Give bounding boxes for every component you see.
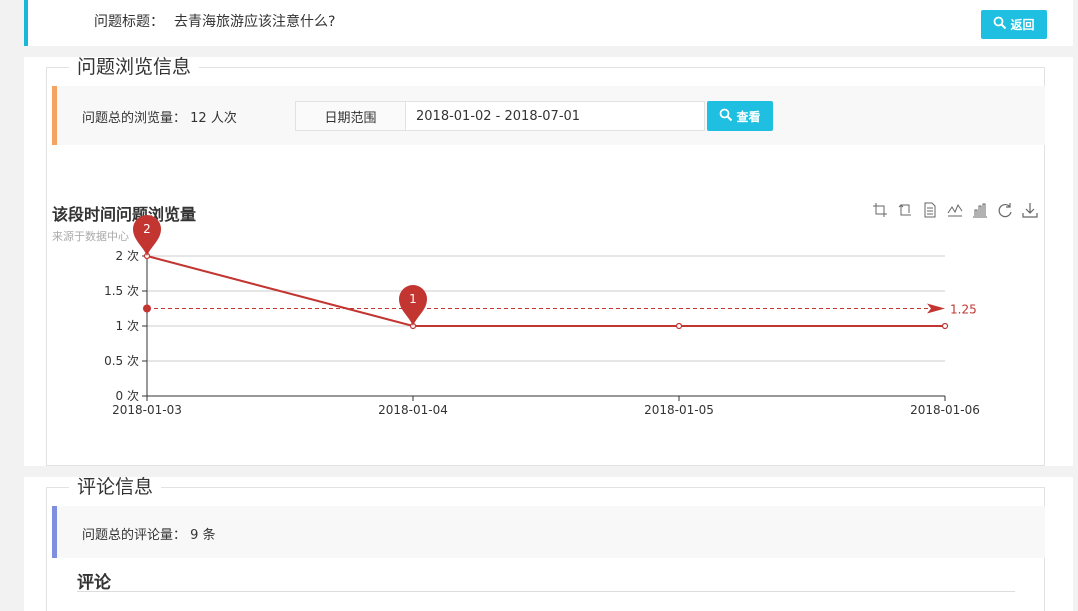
x-tick-label: 2018-01-04 [378,403,448,417]
y-tick-label: 1 次 [116,319,139,333]
y-tick-label: 1.5 次 [104,284,139,298]
question-title: 去青海旅游应该注意什么? [174,14,336,30]
mark-line-label: 1.25 [950,303,977,317]
total-comments-label: 问题总的评论量： [82,528,187,543]
x-tick-label: 2018-01-06 [910,403,980,417]
data-point [675,322,683,330]
data-point [941,322,949,330]
mark-line-arrow [927,303,945,314]
y-tick-label: 2 次 [116,249,139,263]
mark-point-label: 1 [409,292,417,306]
total-comments-text: 问题总的评论量： 9 条 [82,524,216,543]
search-icon [993,16,1007,33]
question-title-label: 问题标题： [94,14,164,30]
line-chart: 0 次 0.5 次 1 次 1.5 次 2 次 2018-01-03 2018-01-04 2… [104,215,980,417]
comments-legend: 评论信息 [69,477,162,497]
views-panel: 问题浏览信息 问题总的浏览量： 12 人次 日期范围 查看 该段时间问题浏览量 … [24,57,1073,466]
mark-point-label: 2 [143,222,151,236]
comments-panel: 评论信息 问题总的评论量： 9 条 评论 [24,477,1073,611]
total-comments-value: 9 条 [190,528,216,543]
divider [77,591,1015,592]
y-tick-label: 0.5 次 [104,354,139,368]
back-button[interactable]: 返回 [981,10,1047,39]
question-header: 问题标题： 去青海旅游应该注意什么? 返回 [24,0,1073,46]
mark-line-start [143,304,151,313]
comments-info-box: 问题总的评论量： 9 条 [52,506,1045,558]
comments-heading: 评论 [77,573,111,593]
x-tick-label: 2018-01-03 [112,403,182,417]
back-button-label: 返回 [1010,18,1035,32]
y-tick-label: 0 次 [116,389,139,403]
x-tick-label: 2018-01-05 [644,403,714,417]
